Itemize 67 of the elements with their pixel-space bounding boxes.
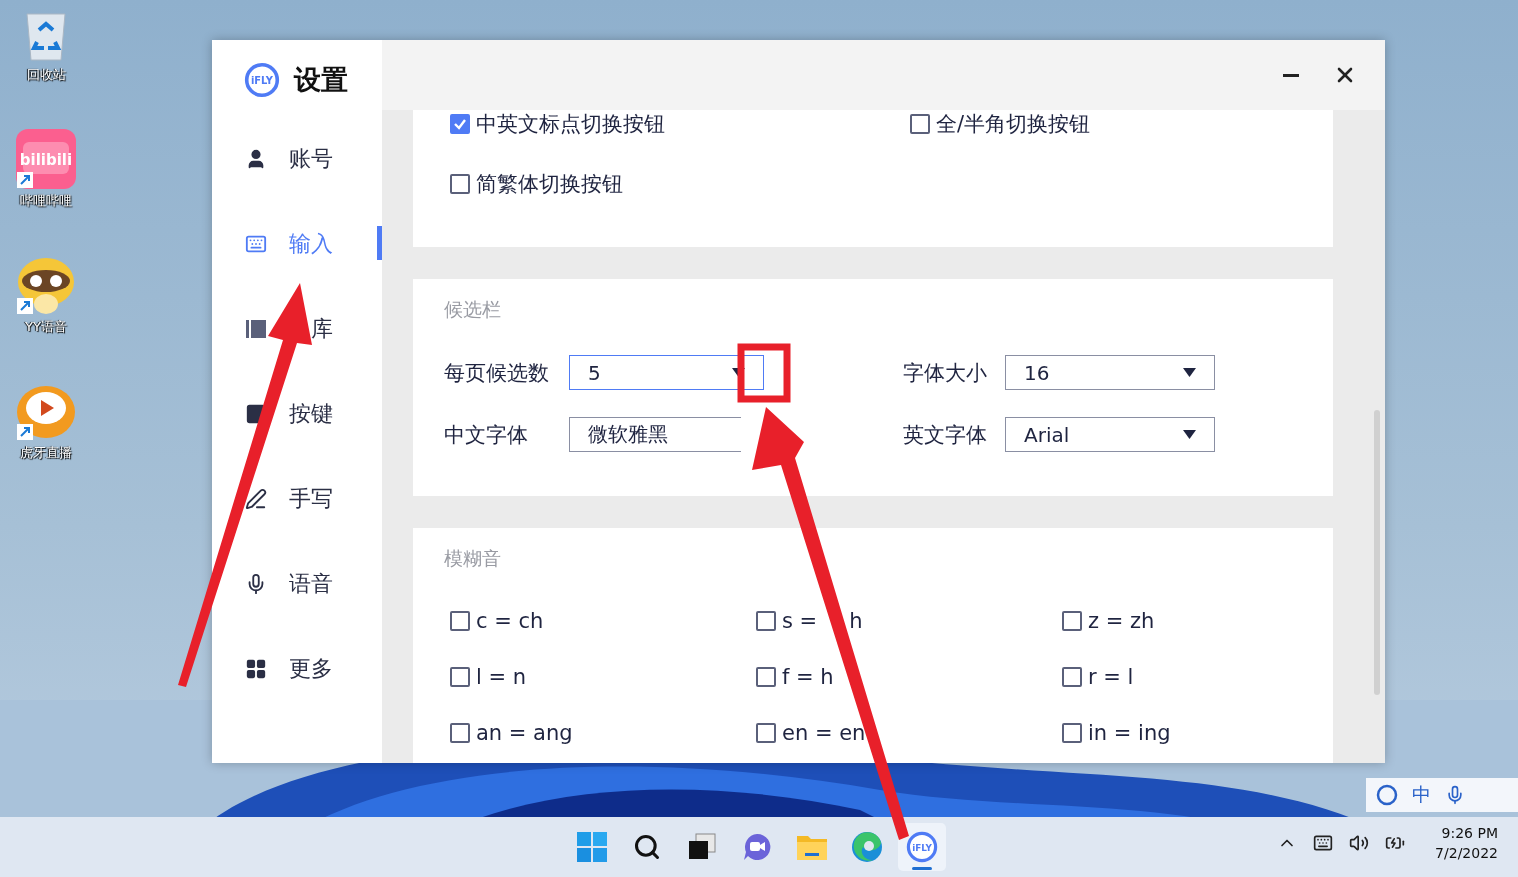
field-label: 每页候选数 [444, 359, 550, 387]
checkbox-option[interactable]: r = l [1062, 665, 1312, 689]
checkbox-option[interactable]: s = h [756, 609, 1062, 633]
checkbox-option[interactable]: c = ch [450, 609, 756, 633]
checkbox-option[interactable]: in = ing [1062, 721, 1312, 745]
check-icon [453, 117, 467, 131]
clock[interactable]: 9:26 PM 7/2/2022 [1435, 825, 1498, 861]
checkbox[interactable] [756, 667, 776, 687]
window-title: 设置 [294, 63, 348, 97]
sidebar-item[interactable]: 账号 [212, 116, 382, 201]
checkbox[interactable] [1062, 667, 1082, 687]
sidebar-item[interactable]: 输入 [212, 201, 382, 286]
checkbox-option[interactable]: en = en [756, 721, 1062, 745]
checkbox-option[interactable]: 简繁体切换按钮 [450, 170, 910, 198]
section-title: 模糊音 [443, 546, 502, 571]
selection-indicator [377, 226, 382, 260]
sidebar-item[interactable]: 更多 [212, 626, 382, 711]
browser-icon [851, 831, 883, 863]
checkbox[interactable] [910, 114, 930, 134]
pen-icon [245, 487, 267, 510]
field-label: 英文字体 [903, 421, 988, 449]
keyboard-icon[interactable] [1313, 833, 1334, 853]
checkbox-option[interactable]: z = zh [1062, 609, 1312, 633]
scrollbar[interactable] [1374, 410, 1380, 695]
checkbox-option[interactable]: 中英文标点切换按钮 [450, 110, 910, 138]
caret-icon [1183, 368, 1196, 377]
input-mode-button[interactable]: 中 [1412, 782, 1431, 808]
checkbox[interactable] [450, 667, 470, 687]
dropdown[interactable]: 16 [1005, 355, 1215, 390]
minimize-icon [1283, 73, 1299, 77]
chat-icon [742, 832, 772, 862]
section-title: 候选栏 [443, 297, 502, 322]
speaker-icon[interactable] [1349, 833, 1370, 853]
checkbox[interactable] [1062, 723, 1082, 743]
checkbox-option[interactable]: f = h [756, 665, 1062, 689]
highlight-frame [737, 343, 791, 403]
checkbox[interactable] [450, 174, 470, 194]
taskbar-button[interactable]: iFLY [898, 823, 946, 871]
dropdown[interactable]: 微软雅黑 [569, 417, 741, 452]
checkbox[interactable] [450, 723, 470, 743]
checkbox-option[interactable]: l = n [450, 665, 756, 689]
folder-icon [796, 833, 828, 861]
checkbox-option[interactable]: an = ang [450, 721, 756, 745]
checkbox-option[interactable]: 全/半角切换按钮 [910, 110, 1330, 138]
field-label: 中文字体 [444, 421, 529, 449]
option-text: h [849, 609, 863, 633]
search-icon [633, 833, 661, 861]
windows-icon [577, 832, 607, 862]
dropdown[interactable]: Arial [1005, 417, 1215, 452]
checkbox[interactable] [450, 611, 470, 631]
sidebar-item[interactable]: 库 [212, 286, 382, 371]
grid-icon [245, 657, 267, 680]
sidebar-item[interactable]: 语音 [212, 541, 382, 626]
microphone-icon[interactable] [1445, 785, 1465, 805]
ifly-icon: iFLY [906, 831, 938, 863]
task-view-icon [687, 833, 717, 861]
checkbox[interactable] [450, 114, 470, 134]
field-label: 字体大小 [903, 359, 988, 387]
active-indicator [912, 867, 932, 870]
app-logo: iFLY [244, 62, 280, 98]
checkbox[interactable] [756, 723, 776, 743]
dictionary-icon [245, 317, 267, 340]
checkbox[interactable] [1062, 611, 1082, 631]
caret-icon [1183, 430, 1196, 439]
sidebar-item[interactable]: 手写 [212, 456, 382, 541]
ime-logo-icon [1376, 784, 1398, 806]
checkbox[interactable] [756, 611, 776, 631]
